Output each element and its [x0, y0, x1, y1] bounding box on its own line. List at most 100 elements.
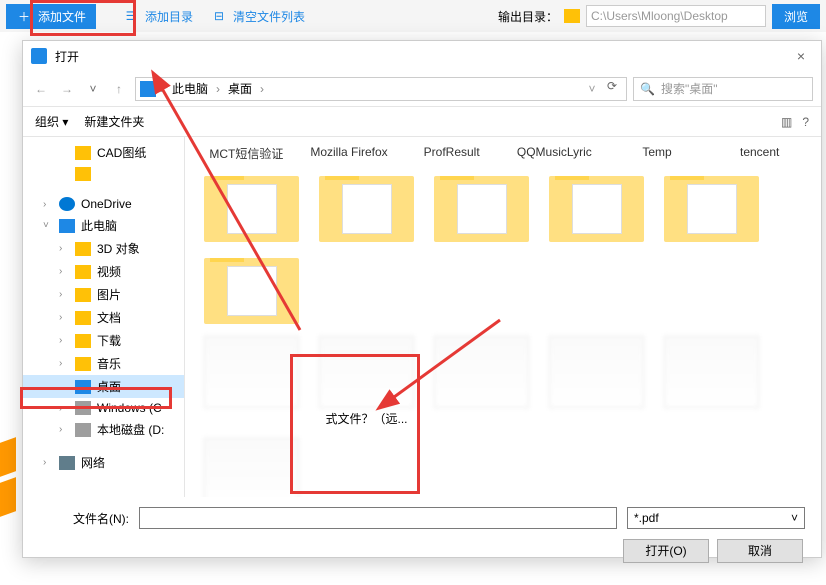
breadcrumb[interactable]: 桌面	[224, 78, 256, 99]
breadcrumb[interactable]: 此电脑	[168, 78, 212, 99]
tree-label: CAD图纸	[97, 144, 146, 161]
tree-twisty: ›	[43, 457, 53, 468]
tree-item-视频[interactable]: ›视频	[23, 260, 184, 283]
file-type-filter[interactable]: *.pdf ˅	[627, 507, 805, 529]
refresh-button[interactable]: ⟳	[602, 79, 622, 99]
nav-up-button[interactable]: ↑	[109, 79, 129, 99]
folder-icon	[75, 242, 91, 256]
file-item[interactable]	[429, 336, 534, 428]
tree-item-桌面[interactable]: 桌面	[23, 375, 184, 398]
add-dir-button[interactable]: ☰ 添加目录	[115, 4, 201, 29]
chevron-down-icon: ˅	[791, 511, 798, 525]
dialog-footer: 文件名(N): *.pdf ˅ 打开(O) 取消	[23, 497, 821, 585]
file-item[interactable]	[199, 336, 304, 428]
tree-item-此电脑[interactable]: ˅ 此电脑	[23, 214, 184, 237]
cloud-icon	[59, 197, 75, 211]
tree-item-Windows (C[interactable]: › Windows (C	[23, 398, 184, 418]
file-name: 式文件？（远...	[312, 412, 422, 428]
file-thumbnail	[664, 336, 759, 408]
folder-header-row: MCT短信验证 Mozilla Firefox ProfResult QQMusicL…	[195, 141, 811, 170]
view-mode-button[interactable]: ▥	[781, 115, 792, 129]
tree-item-文档[interactable]: ›文档	[23, 306, 184, 329]
tree-label: 图片	[97, 286, 121, 303]
file-item[interactable]	[659, 336, 764, 428]
open-button[interactable]: 打开(O)	[623, 539, 709, 563]
file-thumbnail	[204, 438, 299, 497]
address-dropdown[interactable]: ˅	[582, 79, 602, 99]
filename-input[interactable]	[139, 507, 617, 529]
tree-label: 本地磁盘 (D:	[97, 421, 164, 438]
plus-icon: ＋	[16, 8, 32, 24]
tree-item-本地磁盘 (D:[interactable]: ›本地磁盘 (D:	[23, 418, 184, 441]
tree-label: 网络	[81, 454, 105, 471]
folder-item[interactable]	[659, 170, 764, 242]
column-header: Mozilla Firefox	[308, 145, 391, 162]
tree-item-CAD图纸[interactable]: CAD图纸	[23, 141, 184, 164]
file-thumbnail	[434, 336, 529, 408]
cancel-button[interactable]: 取消	[717, 539, 803, 563]
tree-item-3D 对象[interactable]: ›3D 对象	[23, 237, 184, 260]
tree-item-网络[interactable]: › 网络	[23, 451, 184, 474]
browse-button[interactable]: 浏览	[772, 4, 820, 29]
close-button[interactable]: ×	[789, 44, 813, 68]
clear-icon: ⊟	[211, 8, 227, 24]
file-thumbnail	[549, 336, 644, 408]
output-path-field[interactable]: C:\Users\Mloong\Desktop	[586, 5, 766, 27]
folder-item[interactable]	[544, 170, 649, 242]
folder-item[interactable]	[429, 170, 534, 242]
output-dir-label: 输出目录：	[498, 8, 558, 25]
add-file-button[interactable]: ＋ 添加文件	[6, 4, 96, 29]
folder-icon	[204, 258, 299, 324]
decorative-tag	[0, 477, 16, 517]
disk-icon	[75, 423, 91, 437]
tree-twisty: ›	[59, 335, 69, 346]
tree-twisty: ›	[59, 312, 69, 323]
nav-forward-button[interactable]: →	[57, 79, 77, 99]
dialog-title: 打开	[55, 48, 79, 65]
file-item[interactable]: 式文件？（远...	[314, 336, 419, 428]
nav-back-button[interactable]: ←	[31, 79, 51, 99]
tree-twisty: ›	[59, 289, 69, 300]
folder-icon	[549, 176, 644, 242]
pc-icon	[59, 219, 75, 233]
pc-icon	[75, 380, 91, 394]
column-header: ProfResult	[410, 145, 493, 162]
chevron-right-icon: ›	[260, 82, 264, 96]
clear-list-button[interactable]: ⊟ 清空文件列表	[203, 4, 313, 29]
column-header: QQMusicLyric	[513, 145, 596, 162]
dialog-navbar: ← → ˅ ↑ › 此电脑 › 桌面 › ˅⟳ 🔍 搜索"桌面"	[23, 71, 821, 107]
tree-twisty: ›	[59, 358, 69, 369]
folder-item[interactable]	[199, 170, 304, 242]
disk-icon	[75, 401, 91, 415]
file-item[interactable]	[544, 336, 649, 428]
organize-menu[interactable]: 组织 ▾	[35, 113, 68, 130]
folder-icon	[664, 176, 759, 242]
help-button[interactable]: ?	[802, 115, 809, 129]
filename-label: 文件名(N):	[39, 510, 129, 527]
nav-history-dropdown[interactable]: ˅	[83, 79, 103, 99]
column-header: MCT短信验证	[205, 145, 288, 162]
tree-twisty: ˅	[43, 220, 53, 231]
tree-twisty: ›	[43, 199, 53, 210]
search-input[interactable]: 🔍 搜索"桌面"	[633, 77, 813, 101]
chevron-right-icon: ›	[160, 82, 164, 96]
address-bar[interactable]: › 此电脑 › 桌面 › ˅⟳	[135, 77, 627, 101]
tree-item-OneDrive[interactable]: ›OneDrive	[23, 194, 184, 214]
folder-item[interactable]	[314, 170, 419, 242]
new-folder-button[interactable]: 新建文件夹	[84, 113, 144, 130]
tree-twisty: ›	[59, 403, 69, 414]
tree-label: Windows (C	[97, 401, 162, 415]
file-item[interactable]	[199, 438, 304, 497]
chevron-right-icon: ›	[216, 82, 220, 96]
tree-item-图片[interactable]: › 图片	[23, 283, 184, 306]
tree-item-音乐[interactable]: ›音乐	[23, 352, 184, 375]
folder-icon	[75, 334, 91, 348]
tree-item-blank[interactable]	[23, 164, 184, 184]
dialog-titlebar: 打开 ×	[23, 41, 821, 71]
folder-icon	[75, 265, 91, 279]
filter-value: *.pdf	[634, 511, 659, 525]
list-icon: ☰	[123, 8, 139, 24]
tree-label: 此电脑	[81, 217, 117, 234]
folder-item[interactable]	[199, 252, 304, 324]
tree-item-下载[interactable]: ›下载	[23, 329, 184, 352]
